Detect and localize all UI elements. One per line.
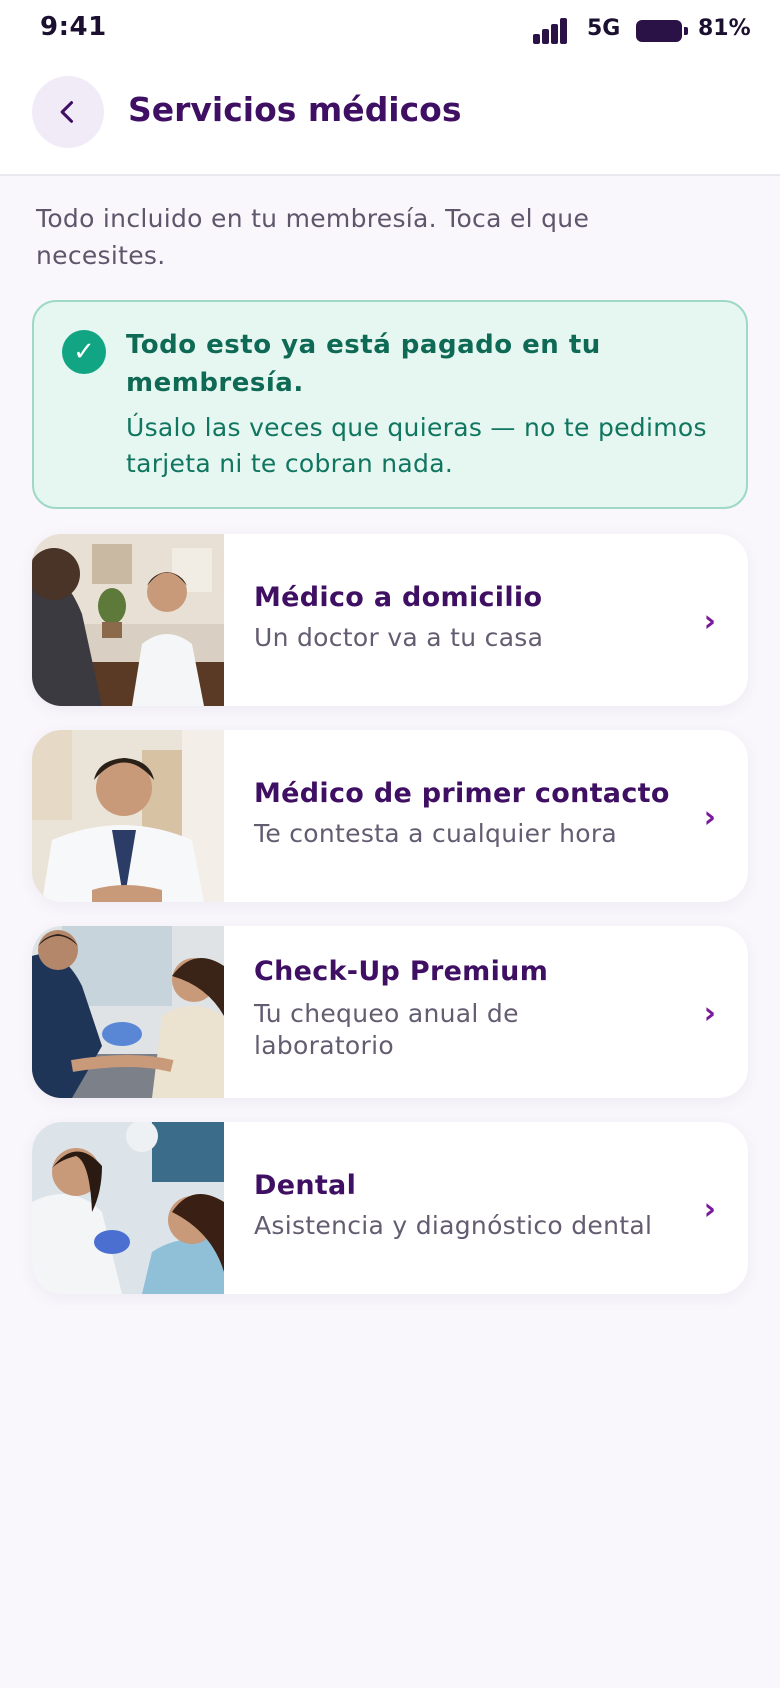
battery-percent: 81% xyxy=(698,16,751,41)
service-title: Check-Up Premium xyxy=(254,956,549,987)
notice-body: Úsalo las veces que quieras — no te pedi… xyxy=(126,413,707,478)
intro-text: Todo incluido en tu membresía. Toca el q… xyxy=(36,204,590,270)
blood-test-photo xyxy=(32,926,224,1098)
chevron-right-icon: › xyxy=(703,604,716,639)
notice-title: Todo esto ya está pagado en tu membresía… xyxy=(126,330,601,398)
page-title: Servicios médicos xyxy=(128,90,462,129)
chevron-right-icon: › xyxy=(703,1192,716,1227)
header: Servicios médicos xyxy=(0,60,780,176)
membership-notice: ✓ Todo esto ya está pagado en tu membres… xyxy=(32,300,748,509)
service-card-dental[interactable]: Dental Asistencia y diagnóstico dental › xyxy=(32,1122,748,1294)
service-subtitle: Asistencia y diagnóstico dental xyxy=(254,1211,653,1240)
back-button[interactable] xyxy=(32,76,104,148)
dentist-photo xyxy=(32,1122,224,1294)
status-bar: 9:41 5G 81% xyxy=(0,0,780,60)
chevron-left-icon xyxy=(60,101,74,123)
check-circle-icon: ✓ xyxy=(62,330,106,374)
service-subtitle: Tu chequeo anual de laboratorio xyxy=(254,999,519,1060)
status-time: 9:41 xyxy=(40,12,107,42)
service-title: Médico de primer contacto xyxy=(254,778,670,809)
chevron-right-icon: › xyxy=(703,996,716,1031)
service-card-medico-domicilio[interactable]: Médico a domicilio Un doctor va a tu cas… xyxy=(32,534,748,706)
chevron-right-icon: › xyxy=(703,800,716,835)
doctor-consultation-photo xyxy=(32,534,224,706)
smiling-doctor-photo xyxy=(32,730,224,902)
service-card-primer-contacto[interactable]: Médico de primer contacto Te contesta a … xyxy=(32,730,748,902)
signal-icon xyxy=(533,18,569,44)
service-subtitle: Un doctor va a tu casa xyxy=(254,623,544,652)
screen: 9:41 5G 81% Servicios médicos Todo inclu… xyxy=(0,0,780,1688)
service-title: Médico a domicilio xyxy=(254,582,543,613)
service-card-checkup[interactable]: Check-Up Premium Tu chequeo anual de lab… xyxy=(32,926,748,1098)
battery-icon xyxy=(636,20,688,42)
service-title: Dental xyxy=(254,1170,357,1201)
service-subtitle: Te contesta a cualquier hora xyxy=(254,819,618,848)
network-type: 5G xyxy=(587,16,621,41)
